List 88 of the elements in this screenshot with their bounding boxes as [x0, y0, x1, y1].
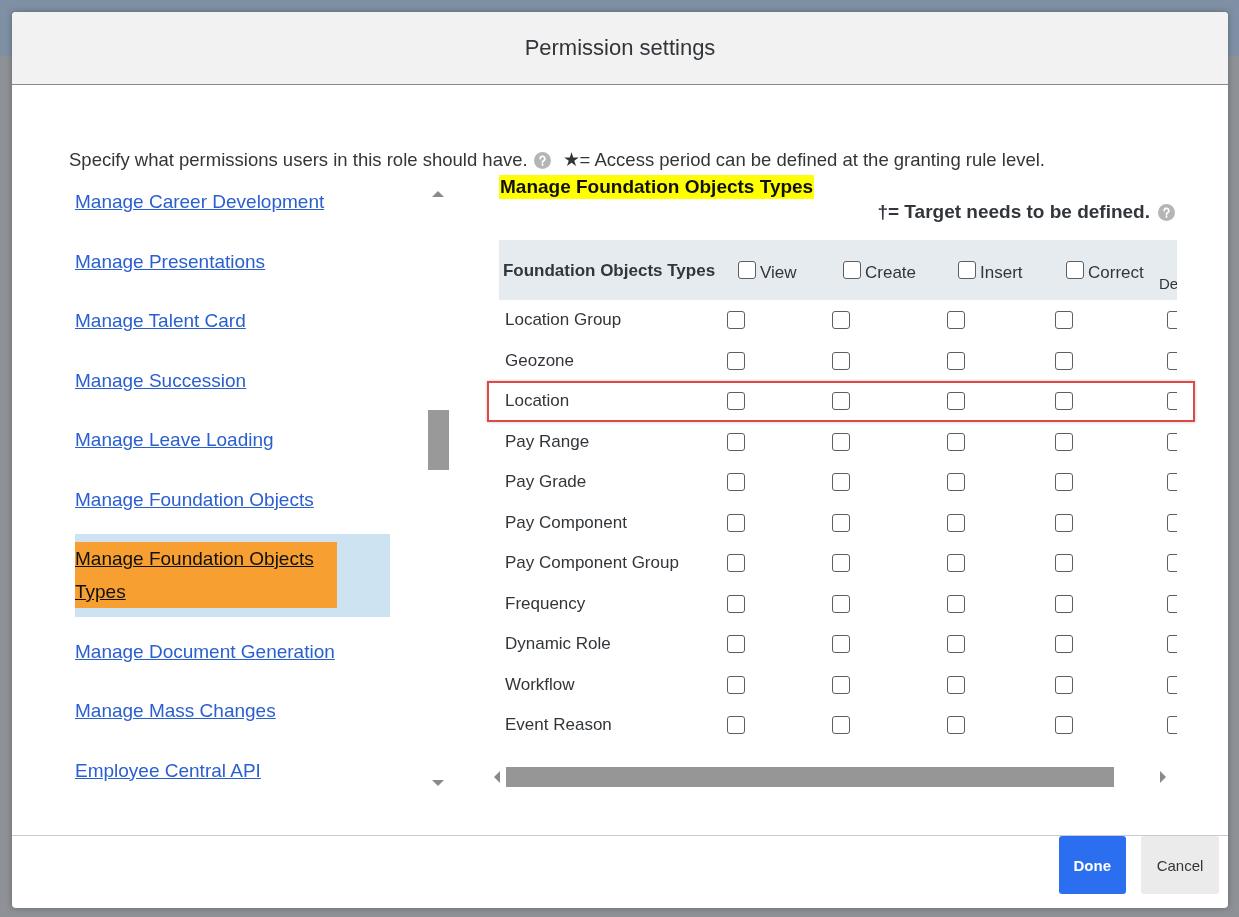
permission-checkbox[interactable] [1055, 432, 1073, 451]
category-link[interactable]: Manage Presentations [75, 250, 266, 272]
permission-checkbox[interactable] [1055, 716, 1073, 735]
permission-checkbox[interactable] [947, 392, 965, 411]
permission-checkbox[interactable] [832, 675, 850, 694]
permission-checkbox[interactable] [727, 635, 745, 654]
table-cell-text: Event Reason [504, 715, 613, 736]
table-cell-text: Location Group [504, 310, 623, 331]
permission-checkbox[interactable] [947, 675, 965, 694]
category-link[interactable]: Manage Mass Changes [75, 700, 276, 721]
table-cell-text: Pay Component [504, 512, 628, 533]
permission-checkbox[interactable] [727, 716, 745, 735]
scroll-down-icon[interactable] [431, 779, 445, 787]
permission-checkbox[interactable] [947, 594, 965, 613]
permission-checkbox[interactable] [832, 635, 850, 654]
permission-checkbox[interactable] [832, 432, 850, 451]
permission-checkbox[interactable] [1055, 351, 1073, 370]
permission-checkbox[interactable] [727, 473, 745, 492]
done-button[interactable]: Done [1058, 836, 1126, 894]
permission-checkbox[interactable] [947, 473, 965, 492]
column-checkbox[interactable] [843, 261, 861, 279]
table-cell-text: Pay Component Group [504, 553, 680, 574]
table-cell-text: Location [504, 391, 571, 412]
cancel-button[interactable]: Cancel [1141, 836, 1219, 894]
table-cell-text: Pay Range [504, 431, 591, 452]
scrollbar-thumb[interactable] [506, 766, 1114, 787]
permission-checkbox[interactable] [832, 513, 850, 532]
permission-checkbox[interactable] [727, 554, 745, 573]
category-link[interactable]: Manage Succession [75, 369, 247, 391]
permission-checkbox[interactable] [832, 716, 850, 735]
permission-checkbox[interactable] [947, 635, 965, 654]
target-note: †= Target needs to be defined. [877, 201, 1150, 223]
permission-checkbox[interactable] [947, 432, 965, 451]
scroll-up-icon[interactable] [431, 190, 445, 198]
category-link[interactable]: Manage Leave Loading [75, 429, 274, 450]
permission-checkbox[interactable] [1055, 311, 1073, 330]
section-heading: Manage Foundation Objects Types [499, 175, 815, 199]
permission-checkbox[interactable] [727, 594, 745, 613]
column-header: De [1159, 275, 1177, 292]
table-cell-text: Frequency [504, 593, 587, 614]
column-header: Create [865, 263, 917, 283]
permission-checkbox[interactable] [832, 473, 850, 492]
permission-checkbox[interactable] [1055, 473, 1073, 492]
access-period-note: ★= Access period can be defined at the granting rule level. [562, 149, 1045, 171]
column-checkbox[interactable] [958, 261, 976, 279]
column-checkbox[interactable] [738, 261, 756, 279]
dialog-title: Permission settings [524, 35, 716, 61]
scrollbar-thumb[interactable] [428, 410, 449, 470]
permission-checkbox[interactable] [727, 513, 745, 532]
category-link[interactable]: Employee Central API [75, 759, 261, 781]
permission-checkbox[interactable] [727, 432, 745, 451]
permission-checkbox[interactable] [1055, 675, 1073, 694]
category-link[interactable]: Manage Foundation Objects Types [75, 542, 337, 608]
permission-checkbox[interactable] [727, 675, 745, 694]
category-link[interactable]: Manage Foundation Objects [75, 488, 314, 510]
permission-checkbox[interactable] [727, 351, 745, 370]
permission-checkbox[interactable] [1055, 554, 1073, 573]
column-checkbox[interactable] [1066, 261, 1084, 279]
instruction-text: Specify what permissions users in this role should have. [69, 149, 528, 171]
column-header: Correct [1088, 263, 1144, 283]
permission-checkbox[interactable] [947, 311, 965, 330]
permission-checkbox[interactable] [832, 311, 850, 330]
permission-checkbox[interactable] [947, 716, 965, 735]
category-link[interactable]: Manage Career Development [75, 191, 325, 212]
table-cell-text: Dynamic Role [504, 634, 612, 655]
permission-checkbox[interactable] [1055, 392, 1073, 411]
scroll-right-icon[interactable] [1159, 769, 1167, 784]
permission-checkbox[interactable] [832, 554, 850, 573]
permission-checkbox[interactable] [947, 351, 965, 370]
permission-checkbox[interactable] [832, 351, 850, 370]
table-cell-text: Workflow [504, 674, 576, 695]
scroll-left-icon[interactable] [493, 769, 501, 784]
category-link[interactable]: Manage Talent Card [75, 310, 246, 331]
permission-checkbox[interactable] [832, 594, 850, 613]
column-header: Foundation Objects Types [502, 259, 716, 281]
permission-checkbox[interactable] [1055, 635, 1073, 654]
column-header: Insert [980, 263, 1023, 283]
table-cell-text: Geozone [504, 350, 575, 371]
permission-checkbox[interactable] [1055, 594, 1073, 613]
permission-checkbox[interactable] [727, 392, 745, 411]
permission-checkbox[interactable] [727, 311, 745, 330]
column-header: View [760, 263, 797, 283]
category-link[interactable]: Manage Document Generation [75, 640, 335, 662]
permission-checkbox[interactable] [947, 513, 965, 532]
table-cell-text: Pay Grade [504, 472, 588, 493]
permission-checkbox[interactable] [947, 554, 965, 573]
permission-checkbox[interactable] [832, 392, 850, 411]
permission-checkbox[interactable] [1055, 513, 1073, 532]
